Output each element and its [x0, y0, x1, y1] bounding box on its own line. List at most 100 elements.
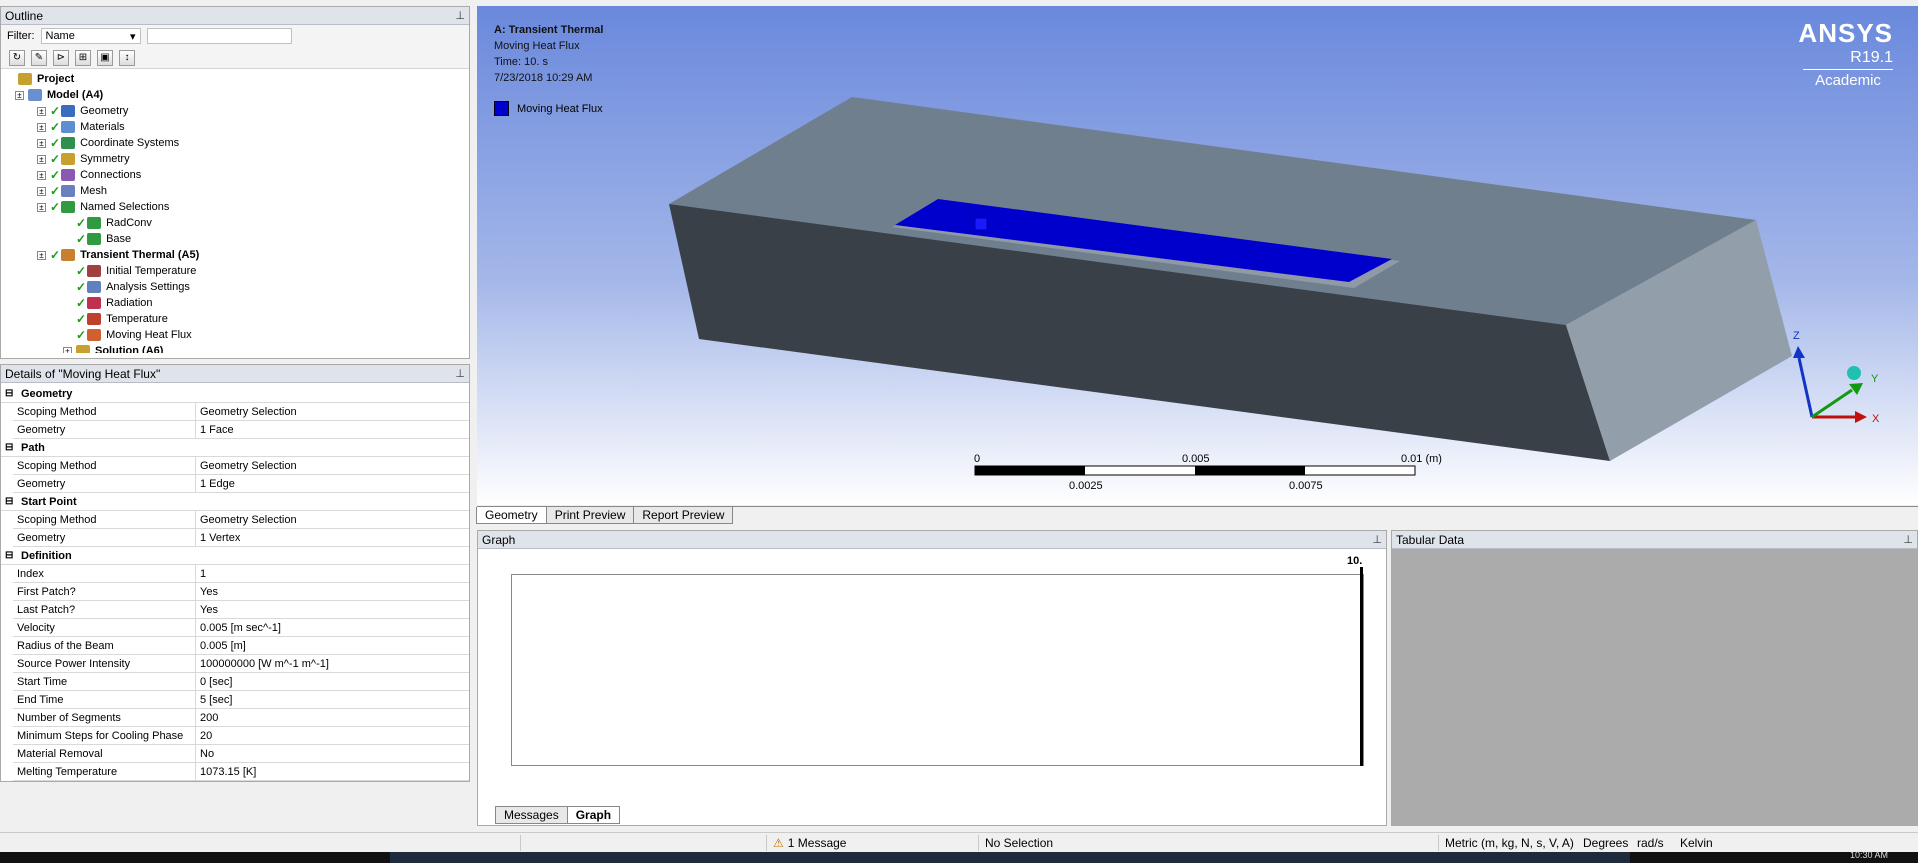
details-group[interactable]: ⊟ Definition [1, 547, 469, 565]
property-value[interactable]: Geometry Selection [196, 511, 469, 528]
property-value[interactable]: 1073.15 [K] [196, 763, 469, 780]
property-row[interactable]: Scoping Method Geometry Selection [13, 511, 469, 529]
tree-item[interactable]: ± ✓ Geometry [37, 103, 128, 119]
expand-toggle-icon[interactable]: ± [37, 138, 46, 148]
tree-item[interactable]: ± ✓ Symmetry [37, 151, 130, 167]
property-row[interactable]: Index 1 [13, 565, 469, 583]
property-value[interactable]: 0.005 [m] [196, 637, 469, 654]
refresh-icon[interactable]: ↻ [9, 49, 25, 66]
tree-item[interactable]: ± Solution (A6) [63, 343, 163, 353]
expand-toggle-icon[interactable]: ± [37, 186, 46, 196]
tree-item[interactable]: ✓ Radiation [63, 295, 153, 311]
property-row[interactable]: Material Removal No [13, 745, 469, 763]
property-row[interactable]: Last Patch? Yes [13, 601, 469, 619]
property-row[interactable]: End Time 5 [sec] [13, 691, 469, 709]
property-row[interactable]: Velocity 0.005 [m sec^-1] [13, 619, 469, 637]
tree-item[interactable]: ± Model (A4) [15, 87, 103, 103]
tree-item[interactable]: ± ✓ Coordinate Systems [37, 135, 179, 151]
property-row[interactable]: Geometry 1 Vertex [13, 529, 469, 547]
expand-toggle-icon[interactable]: ± [37, 250, 46, 260]
collapse-icon[interactable]: ⊟ [5, 550, 15, 561]
property-value[interactable]: Yes [196, 583, 469, 600]
property-value[interactable]: 100000000 [W m^-1 m^-1] [196, 655, 469, 672]
expand-toggle-icon[interactable]: ± [37, 170, 46, 180]
tree-item[interactable]: ✓ RadConv [63, 215, 152, 231]
time-cursor[interactable] [1360, 567, 1363, 766]
expand-toggle-icon[interactable]: ± [37, 106, 46, 116]
property-row[interactable]: Scoping Method Geometry Selection [13, 403, 469, 421]
expand-toggle-icon[interactable]: ± [15, 90, 24, 100]
tree-item[interactable]: ✓ Temperature [63, 311, 168, 327]
property-row[interactable]: Number of Segments 200 [13, 709, 469, 727]
property-row[interactable]: Radius of the Beam 0.005 [m] [13, 637, 469, 655]
temperature-units[interactable]: Kelvin [1680, 835, 1713, 851]
tab-graph[interactable]: Graph [566, 806, 621, 824]
property-value[interactable]: 1 Vertex [196, 529, 469, 546]
property-row[interactable]: Source Power Intensity 100000000 [W m^-1 … [13, 655, 469, 673]
collapse-icon[interactable]: ⊟ [5, 388, 15, 399]
tree-item[interactable]: ✓ Moving Heat Flux [63, 327, 192, 343]
tree-item[interactable]: ✓ Initial Temperature [63, 263, 196, 279]
property-value[interactable]: 1 Face [196, 421, 469, 438]
graph-area[interactable]: 10. [478, 549, 1386, 827]
edit-icon[interactable]: ✎ [31, 49, 47, 66]
messages-status-cell[interactable]: ⚠ 1 Message [766, 835, 978, 851]
tree-item[interactable]: ± ✓ Transient Thermal (A5) [37, 247, 199, 263]
expand-toggle-icon[interactable]: ± [37, 154, 46, 164]
property-value[interactable]: No [196, 745, 469, 762]
property-value[interactable]: 1 Edge [196, 475, 469, 492]
pin-icon[interactable]: ⊥ [1372, 533, 1382, 546]
details-group[interactable]: ⊟ Path [1, 439, 469, 457]
collapse-icon[interactable]: ⊟ [5, 442, 15, 453]
property-value[interactable]: 0 [sec] [196, 673, 469, 690]
sort-icon[interactable]: ↕ [119, 49, 135, 66]
tree-item[interactable]: ✓ Analysis Settings [63, 279, 190, 295]
graphics-viewport[interactable]: 0 0.005 0.01 (m) 0.0025 0.0075 Z Y X A: … [477, 6, 1918, 505]
tree-item[interactable]: ± ✓ Named Selections [37, 199, 169, 215]
property-row[interactable]: Minimum Steps for Cooling Phase 20 [13, 727, 469, 745]
tree-item[interactable]: ± ✓ Materials [37, 119, 125, 135]
tree-item[interactable]: ✓ Base [63, 231, 131, 247]
rate-units[interactable]: rad/s [1637, 835, 1664, 851]
pin-icon[interactable]: ⊥ [455, 9, 465, 22]
pin-icon[interactable]: ⊥ [455, 367, 465, 380]
property-value[interactable]: 5 [sec] [196, 691, 469, 708]
messages-status[interactable] [520, 835, 770, 851]
tree-item[interactable]: ± ✓ Connections [37, 167, 141, 183]
property-value[interactable]: 20 [196, 727, 469, 744]
property-value[interactable]: Yes [196, 601, 469, 618]
property-value[interactable]: Geometry Selection [196, 457, 469, 474]
folder-icon[interactable]: ▣ [97, 49, 113, 66]
property-row[interactable]: Geometry 1 Face [13, 421, 469, 439]
property-value[interactable]: 200 [196, 709, 469, 726]
property-value[interactable]: 1 [196, 565, 469, 582]
details-group[interactable]: ⊟ Start Point [1, 493, 469, 511]
filter-select[interactable]: Name ▾ [40, 28, 141, 44]
tree-item[interactable]: Project [5, 71, 74, 87]
tab-report-preview[interactable]: Report Preview [633, 507, 734, 524]
tab-messages[interactable]: Messages [495, 806, 568, 824]
unit-system[interactable]: Metric (m, kg, N, s, V, A) [1438, 835, 1574, 851]
property-value[interactable]: 0.005 [m sec^-1] [196, 619, 469, 636]
collapse-icon[interactable]: ⊟ [5, 496, 15, 507]
filter-input[interactable] [146, 28, 292, 44]
tree-item[interactable]: ± ✓ Mesh [37, 183, 107, 199]
pin-icon[interactable]: ⊥ [1903, 533, 1913, 546]
tab-print-preview[interactable]: Print Preview [545, 507, 635, 524]
property-row[interactable]: Start Time 0 [sec] [13, 673, 469, 691]
graph-plot-box[interactable] [511, 574, 1364, 766]
axis-triad[interactable]: Z Y X [1793, 330, 1880, 425]
property-row[interactable]: First Patch? Yes [13, 583, 469, 601]
angle-units[interactable]: Degrees [1583, 835, 1628, 851]
model-scene[interactable]: 0 0.005 0.01 (m) 0.0025 0.0075 Z Y X [477, 6, 1918, 505]
property-row[interactable]: Geometry 1 Edge [13, 475, 469, 493]
expand-toggle-icon[interactable]: ± [37, 122, 46, 132]
tree-icon[interactable]: ⊳ [53, 49, 69, 66]
expand-toggle-icon[interactable]: ± [37, 202, 46, 212]
tab-geometry[interactable]: Geometry [476, 507, 547, 524]
property-value[interactable]: Geometry Selection [196, 403, 469, 420]
taskbar-icons[interactable] [390, 852, 1630, 863]
details-group[interactable]: ⊟ Geometry [1, 385, 469, 403]
property-row[interactable]: Scoping Method Geometry Selection [13, 457, 469, 475]
property-row[interactable]: Melting Temperature 1073.15 [K] [13, 763, 469, 781]
